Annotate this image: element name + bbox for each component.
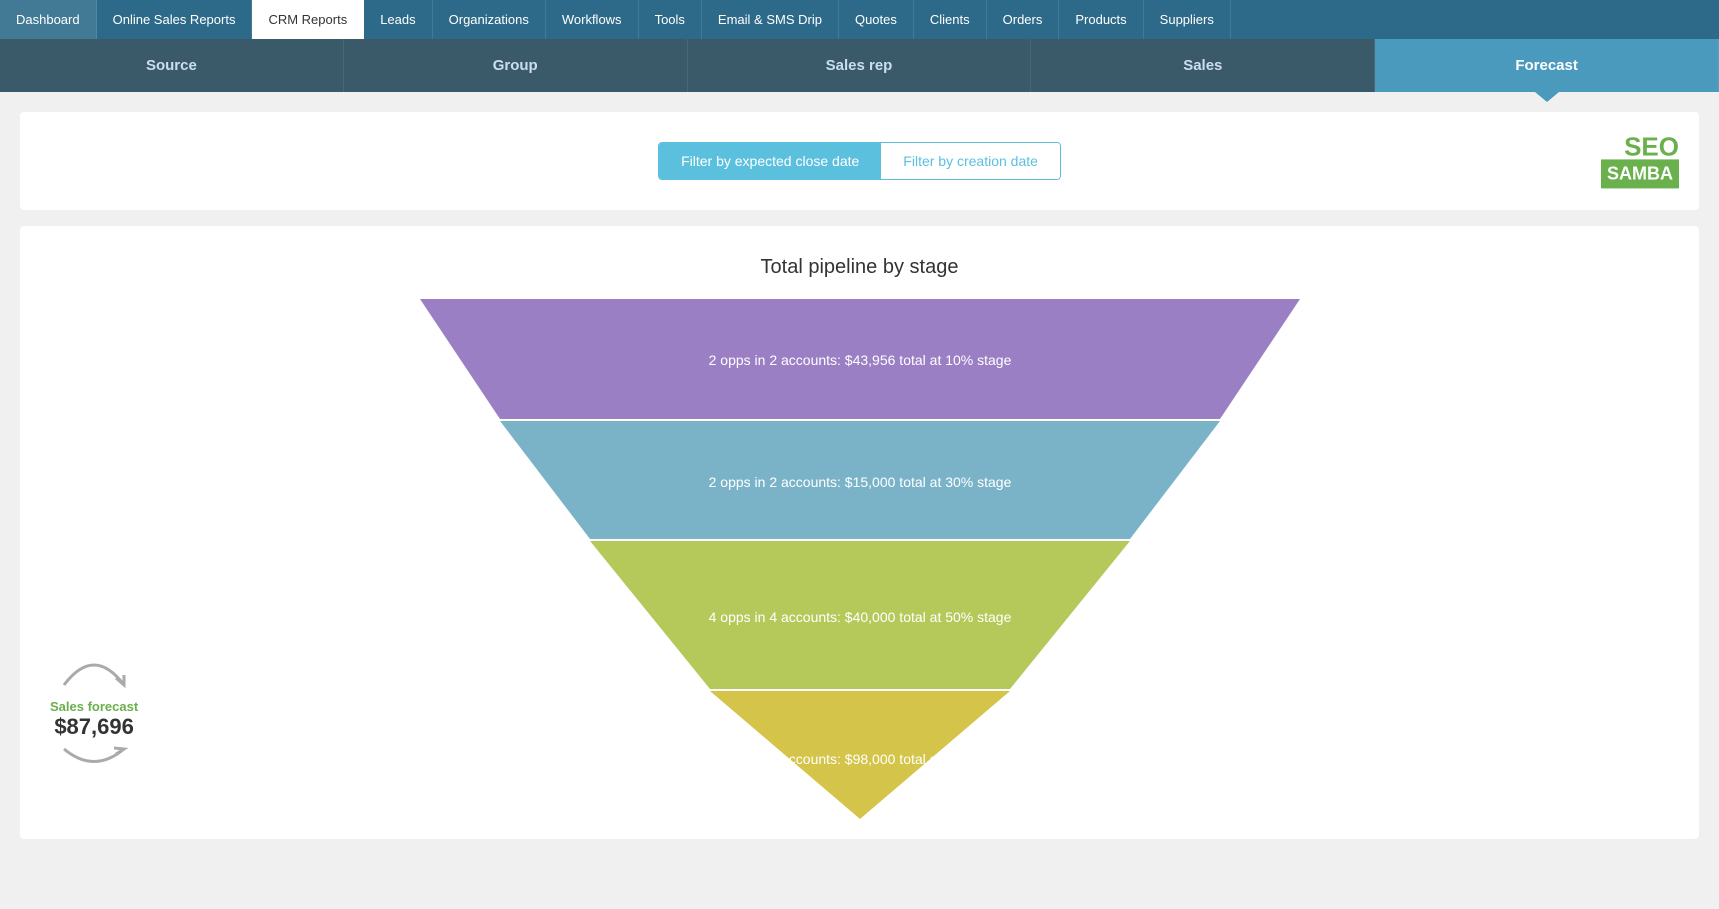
nav-products[interactable]: Products [1059, 0, 1143, 39]
filter-by-creation-date-button[interactable]: Filter by creation date [881, 143, 1060, 179]
filter-button-group: Filter by expected close date Filter by … [658, 142, 1061, 180]
nav-leads[interactable]: Leads [364, 0, 432, 39]
main-content: Filter by expected close date Filter by … [0, 92, 1719, 859]
forecast-down-icon [54, 744, 134, 774]
sales-forecast-widget: Sales forecast $87,696 [50, 640, 138, 779]
logo-samba-text: SAMBA [1601, 159, 1679, 188]
funnel-label-1: 2 opps in 2 accounts: $43,956 total at 1… [708, 352, 1011, 368]
nav-online-sales-reports[interactable]: Online Sales Reports [97, 0, 253, 39]
funnel-label-3: 4 opps in 4 accounts: $40,000 total at 5… [708, 609, 1011, 625]
top-navigation: Dashboard Online Sales Reports CRM Repor… [0, 0, 1719, 39]
subnav-source[interactable]: Source [0, 39, 344, 92]
nav-suppliers[interactable]: Suppliers [1144, 0, 1231, 39]
nav-email-sms-drip[interactable]: Email & SMS Drip [702, 0, 839, 39]
filter-card: Filter by expected close date Filter by … [20, 112, 1699, 210]
nav-orders[interactable]: Orders [987, 0, 1060, 39]
nav-organizations[interactable]: Organizations [433, 0, 546, 39]
subnav-forecast[interactable]: Forecast [1375, 39, 1719, 92]
funnel-label-2: 2 opps in 2 accounts: $15,000 total at 3… [708, 474, 1011, 490]
sales-forecast-label: Sales forecast [50, 699, 138, 714]
subnav-sales-rep[interactable]: Sales rep [688, 39, 1032, 92]
nav-crm-reports[interactable]: CRM Reports [252, 0, 364, 39]
nav-workflows[interactable]: Workflows [546, 0, 639, 39]
sub-navigation: Source Group Sales rep Sales Forecast [0, 39, 1719, 92]
subnav-sales[interactable]: Sales [1031, 39, 1375, 92]
forecast-up-icon [54, 640, 134, 690]
nav-clients[interactable]: Clients [914, 0, 987, 39]
logo-seo-text: SEO [1624, 133, 1679, 159]
nav-quotes[interactable]: Quotes [839, 0, 914, 39]
filter-by-close-date-button[interactable]: Filter by expected close date [659, 143, 881, 179]
nav-tools[interactable]: Tools [639, 0, 702, 39]
chart-card: Total pipeline by stage 2 opps in 2 acco… [20, 226, 1699, 839]
seo-samba-logo: SEO SAMBA [1601, 133, 1679, 188]
nav-dashboard[interactable]: Dashboard [0, 0, 97, 39]
funnel-chart: 2 opps in 2 accounts: $43,956 total at 1… [420, 299, 1300, 819]
chart-title: Total pipeline by stage [40, 256, 1679, 279]
sales-forecast-value: $87,696 [50, 714, 138, 740]
funnel-label-4: 4 opps in 4 accounts: $98,000 total at 6… [708, 751, 1011, 767]
subnav-group[interactable]: Group [344, 39, 688, 92]
funnel-wrapper: 2 opps in 2 accounts: $43,956 total at 1… [40, 299, 1679, 819]
